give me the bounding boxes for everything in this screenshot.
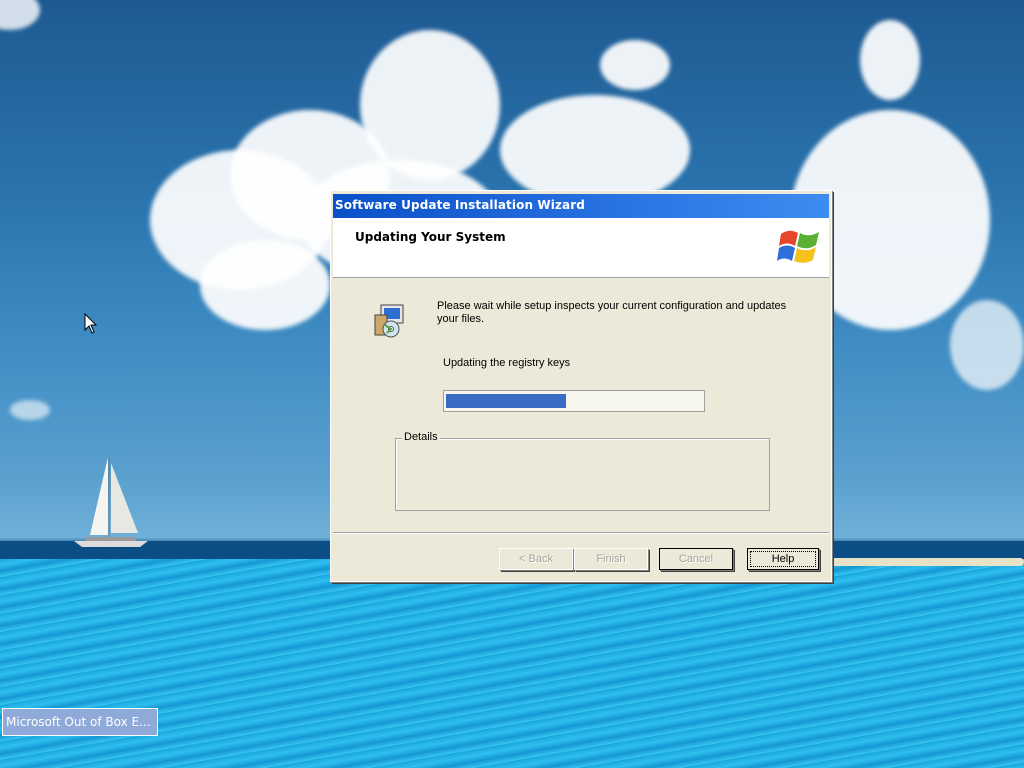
button-separator (333, 532, 829, 534)
cancel-button[interactable]: Cancel (659, 548, 733, 570)
installation-wizard-window: Software Update Installation Wizard Upda… (330, 190, 832, 582)
header-title: Updating Your System (355, 230, 506, 244)
back-button[interactable]: < Back (499, 548, 573, 570)
finish-button[interactable]: Finish (574, 548, 648, 570)
windows-logo-icon (777, 230, 819, 263)
details-group: Details (395, 431, 770, 511)
progress-fill (446, 394, 566, 408)
taskbar-oobe-button[interactable]: Microsoft Out of Box E... (2, 708, 158, 736)
beach-island (830, 558, 1024, 566)
status-text: Updating the registry keys (443, 357, 571, 369)
title-bar[interactable]: Software Update Installation Wizard (333, 194, 829, 218)
help-button[interactable]: Help (747, 548, 819, 570)
sailboat-image (74, 457, 148, 547)
mouse-cursor-icon (84, 313, 98, 334)
window-title: Software Update Installation Wizard (335, 198, 585, 212)
setup-computer-cd-icon (374, 304, 404, 338)
wizard-message: Please wait while setup inspects your cu… (437, 300, 787, 325)
wizard-header: Updating Your System (333, 218, 829, 278)
details-label: Details (402, 431, 440, 443)
progress-bar (443, 390, 705, 412)
